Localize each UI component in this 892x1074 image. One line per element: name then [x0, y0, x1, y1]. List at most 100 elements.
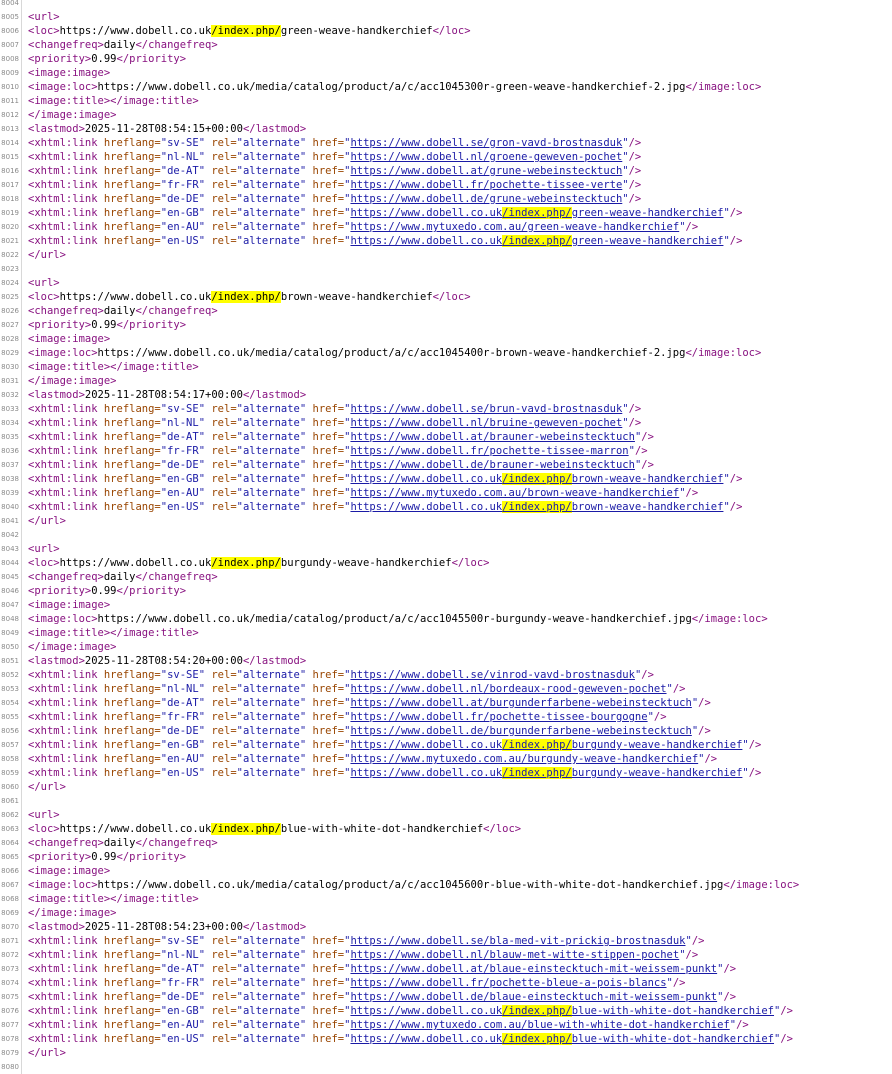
xml-tag: /> [723, 963, 737, 975]
xml-tag: </lastmod> [242, 389, 307, 401]
href-link[interactable]: https://www.dobell.at/blaue-einstecktuch… [350, 963, 717, 975]
xhtml-link-line: 8014 <xhtml:link hreflang="sv-SE" rel="al… [0, 136, 892, 150]
xhtml-link-line: 8072 <xhtml:link hreflang="nl-NL" rel="al… [0, 948, 892, 962]
xml-tag: /> [641, 669, 654, 681]
gutter-separator [21, 164, 22, 178]
search-match: /index.php/ [211, 25, 281, 37]
priority-value: 0.99 [91, 53, 117, 65]
line-number: 8055 [1, 713, 19, 721]
gutter-separator [21, 234, 22, 248]
xhtml-link-line: 8058 <xhtml:link hreflang="en-AU" rel="al… [0, 752, 892, 766]
line-code: <xhtml:link hreflang="en-AU" rel="altern… [28, 1018, 749, 1032]
rel-value: "alternate" [236, 487, 307, 499]
rel-value: "alternate" [236, 473, 307, 485]
href-link[interactable]: https://www.dobell.at/burgunderfarbene-w… [350, 697, 691, 709]
href-link[interactable]: https://www.dobell.nl/bordeaux-rood-gewe… [350, 683, 666, 695]
xml-tag: <xhtml:link [28, 683, 104, 695]
attr-name: href= [306, 669, 345, 681]
lastmod-line: 8051 <lastmod>2025-11-28T08:54:20+00:00</… [0, 654, 892, 668]
gutter-separator [21, 52, 22, 66]
attr-name: hreflang= [103, 193, 161, 205]
href-link[interactable]: https://www.dobell.co.uk/index.php/green… [350, 207, 723, 219]
loc-line: 8063 <loc>https://www.dobell.co.uk/index.… [0, 822, 892, 836]
gutter-separator [21, 402, 22, 416]
lastmod-line: 8032 <lastmod>2025-11-28T08:54:17+00:00</… [0, 388, 892, 402]
xml-tag: </image:loc> [685, 81, 762, 93]
gutter-separator [21, 808, 22, 822]
href-link[interactable]: https://www.dobell.se/gron-vavd-brostnas… [350, 137, 622, 149]
line-code: <loc>https://www.dobell.co.uk/index.php/… [28, 290, 471, 304]
href-link[interactable]: https://www.mytuxedo.com.au/burgundy-wea… [350, 753, 698, 765]
line-number: 8044 [1, 559, 19, 567]
href-link[interactable]: https://www.dobell.de/brauner-webeinstec… [350, 459, 634, 471]
attr-name: href= [306, 991, 345, 1003]
href-link[interactable]: https://www.dobell.fr/pochette-bleue-a-p… [350, 977, 666, 989]
href-link[interactable]: https://www.dobell.at/brauner-webeinstec… [350, 431, 634, 443]
xml-tag: <xhtml:link [28, 151, 104, 163]
gutter-separator [21, 724, 22, 738]
xhtml-link-line: 8036 <xhtml:link hreflang="fr-FR" rel="al… [0, 444, 892, 458]
href-link[interactable]: https://www.dobell.fr/pochette-tissee-ma… [350, 445, 628, 457]
gutter-separator [21, 640, 22, 654]
href-link[interactable]: https://www.dobell.nl/groene-geweven-poc… [350, 151, 622, 163]
line-number: 8077 [1, 1021, 19, 1029]
xml-tag: <xhtml:link [28, 977, 104, 989]
href-link[interactable]: https://www.dobell.co.uk/index.php/burgu… [350, 767, 742, 779]
href-link[interactable]: https://www.dobell.at/grune-webeinsteckt… [350, 165, 622, 177]
line-number: 8062 [1, 811, 19, 819]
rel-value: "alternate" [236, 431, 307, 443]
changefreq-line: 8045 <changefreq>daily</changefreq> [0, 570, 892, 584]
attr-name: hreflang= [103, 165, 161, 177]
xhtml-link-line: 8056 <xhtml:link hreflang="de-DE" rel="al… [0, 724, 892, 738]
attr-name: hreflang= [103, 137, 161, 149]
hreflang-value: "fr-FR" [160, 179, 206, 191]
href-link[interactable]: https://www.dobell.fr/pochette-tissee-ve… [350, 179, 622, 191]
xhtml-link-line: 8039 <xhtml:link hreflang="en-AU" rel="al… [0, 486, 892, 500]
line-code: <xhtml:link hreflang="nl-NL" rel="altern… [28, 682, 686, 696]
href-link[interactable]: https://www.dobell.co.uk/index.php/green… [350, 235, 723, 247]
href-link[interactable]: https://www.dobell.co.uk/index.php/burgu… [350, 739, 742, 751]
gutter-separator [21, 556, 22, 570]
line-code: </url> [28, 248, 66, 262]
attr-name: rel= [205, 1033, 237, 1045]
hreflang-value: "fr-FR" [160, 445, 206, 457]
href-link[interactable]: https://www.dobell.de/blaue-einstecktuch… [350, 991, 717, 1003]
href-link[interactable]: https://www.dobell.co.uk/index.php/brown… [350, 473, 723, 485]
href-link[interactable]: https://www.dobell.co.uk/index.php/brown… [350, 501, 723, 513]
xml-tag: </loc> [483, 823, 522, 835]
href-link[interactable]: https://www.mytuxedo.com.au/brown-weave-… [350, 487, 679, 499]
xml-tag: <xhtml:link [28, 193, 104, 205]
gutter-separator [21, 934, 22, 948]
href-link[interactable]: https://www.dobell.de/burgunderfarbene-w… [350, 725, 691, 737]
attr-name: rel= [205, 235, 237, 247]
attr-name: href= [306, 487, 345, 499]
search-match: /index.php/ [502, 767, 572, 779]
href-link[interactable]: https://www.mytuxedo.com.au/green-weave-… [350, 221, 679, 233]
line-code: <xhtml:link hreflang="en-AU" rel="altern… [28, 220, 698, 234]
href-link[interactable]: https://www.dobell.nl/bruine-geweven-poc… [350, 417, 622, 429]
line-code: <loc>https://www.dobell.co.uk/index.php/… [28, 24, 471, 38]
line-code: <xhtml:link hreflang="en-GB" rel="altern… [28, 738, 761, 752]
gutter-separator [21, 220, 22, 234]
attr-name: rel= [205, 991, 237, 1003]
xml-tag: </image:loc> [691, 613, 768, 625]
xml-tag: <xhtml:link [28, 207, 104, 219]
href-link[interactable]: https://www.dobell.se/brun-vavd-brostnas… [350, 403, 622, 415]
xhtml-link-line: 8038 <xhtml:link hreflang="en-GB" rel="al… [0, 472, 892, 486]
xml-tag: /> [736, 1019, 749, 1031]
href-link[interactable]: https://www.dobell.de/grune-webeinsteckt… [350, 193, 622, 205]
gutter-separator [21, 248, 22, 262]
href-link[interactable]: https://www.dobell.fr/pochette-tissee-bo… [350, 711, 647, 723]
href-link[interactable]: https://www.dobell.co.uk/index.php/blue-… [350, 1033, 774, 1045]
attr-name: rel= [205, 179, 237, 191]
href-link[interactable]: https://www.dobell.se/vinrod-vavd-brostn… [350, 669, 634, 681]
xml-tag: <xhtml:link [28, 949, 104, 961]
href-link[interactable]: https://www.dobell.nl/blauw-met-witte-st… [350, 949, 679, 961]
hreflang-value: "nl-NL" [160, 151, 206, 163]
href-link[interactable]: https://www.mytuxedo.com.au/blue-with-wh… [350, 1019, 729, 1031]
rel-value: "alternate" [236, 501, 307, 513]
href-link[interactable]: https://www.dobell.co.uk/index.php/blue-… [350, 1005, 774, 1017]
href-link[interactable]: https://www.dobell.se/bla-med-vit-pricki… [350, 935, 685, 947]
attr-name: href= [306, 697, 345, 709]
line-number: 8012 [1, 111, 19, 119]
